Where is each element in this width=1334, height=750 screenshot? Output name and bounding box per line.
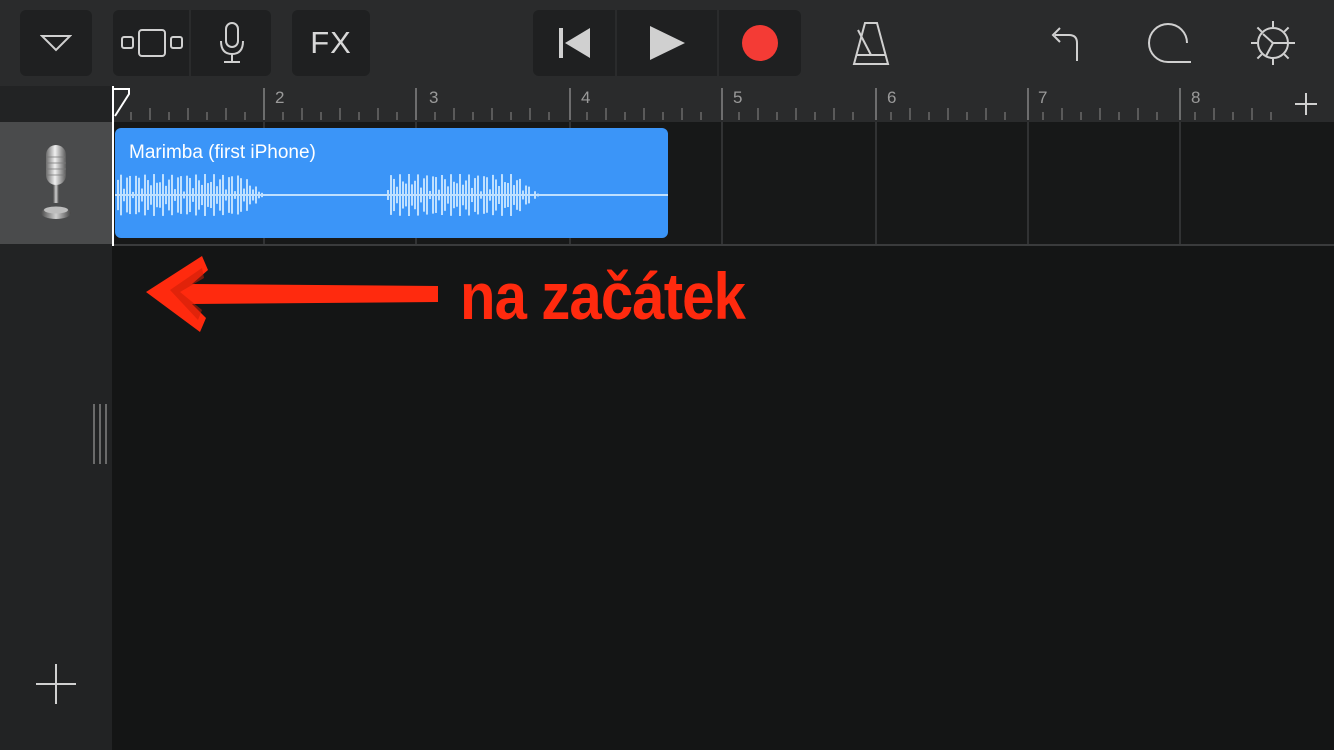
add-track-button[interactable] [30,658,82,710]
grip-icon [93,404,107,464]
microphone-outline-icon [220,22,244,63]
microphone-icon [41,145,71,219]
settings-button[interactable] [1248,18,1298,68]
go-to-beginning-button[interactable] [533,10,615,76]
bar-number-2: 2 [275,88,285,107]
toolbar: FX [0,0,1334,86]
timeline-ruler[interactable] [112,86,1334,122]
triangle-down-icon [40,35,72,52]
gear-icon [1251,21,1295,65]
sidebar-resize-handle[interactable] [92,404,108,464]
ruler-ticks [130,88,1272,120]
undo-icon [1051,27,1078,61]
metronome-button[interactable] [846,18,896,68]
add-section-button[interactable] [1278,86,1334,122]
undo-button[interactable] [1040,20,1086,66]
track-header-audio-recorder[interactable] [0,122,112,244]
fx-label: FX [310,25,352,60]
browser-menu-button[interactable] [20,10,92,76]
plus-icon [36,664,76,704]
loop-browser-button[interactable] [1142,18,1194,68]
audio-region[interactable]: Marimba (first iPhone) [115,128,668,238]
bar-number-6: 6 [887,88,897,107]
annotation-arrow-icon [146,256,438,332]
record-button[interactable] [719,10,801,76]
record-icon [742,25,778,61]
instrument-button[interactable] [193,10,271,76]
playhead-handle-icon[interactable] [112,88,132,120]
region-title: Marimba (first iPhone) [129,142,316,163]
metronome-icon [852,22,890,65]
loop-icon [1148,23,1191,63]
bar-number-7: 7 [1038,88,1048,107]
tracks-view-button[interactable] [113,10,191,76]
play-icon [650,26,685,60]
transport-controls [533,10,801,76]
view-mic-group [113,10,271,76]
plus-icon [1295,93,1317,115]
bar-number-3: 3 [429,88,439,107]
skip-to-start-icon [559,28,590,58]
play-button[interactable] [617,10,717,76]
bar-number-4: 4 [581,88,591,107]
waveform [115,174,668,216]
bar-number-5: 5 [733,88,743,107]
tracks-view-icon [121,29,183,57]
bar-number-8: 8 [1191,88,1201,107]
fx-button[interactable]: FX [292,10,370,76]
annotation-label: na začátek [460,259,746,333]
